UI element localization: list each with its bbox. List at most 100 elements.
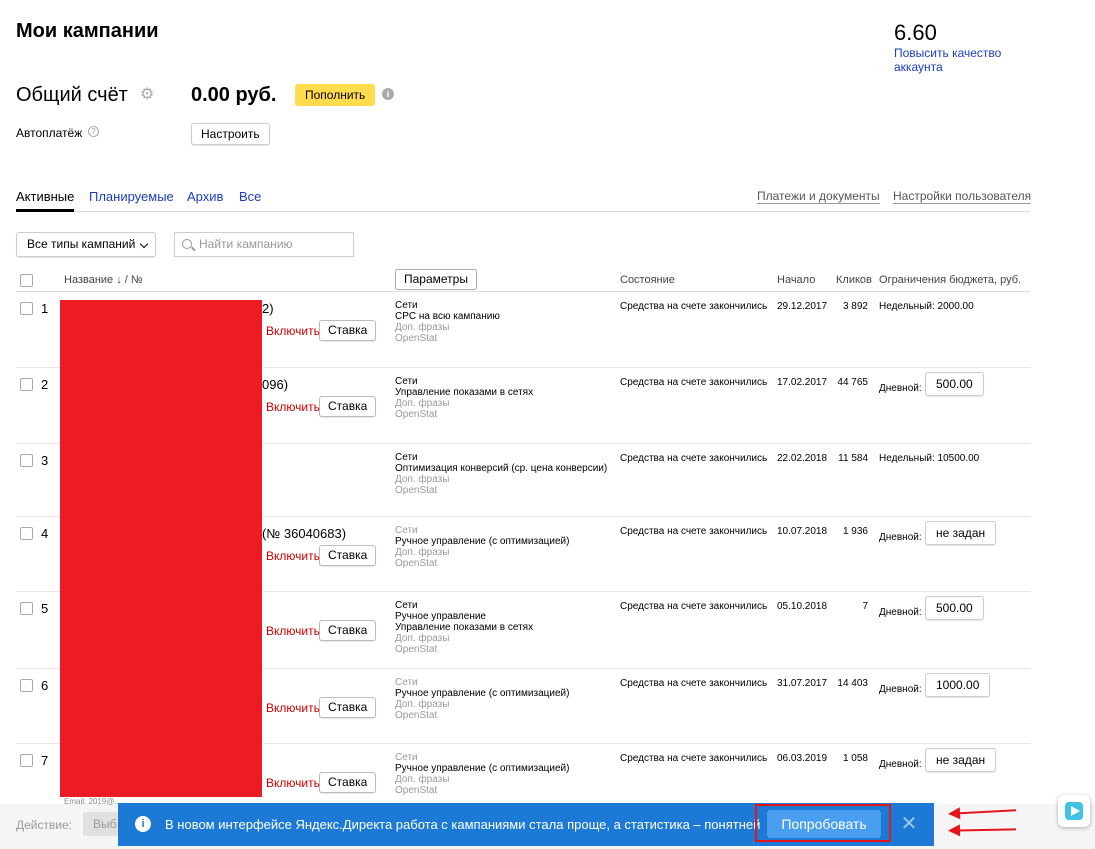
enable-link[interactable]: Включить [266,701,320,715]
column-name-header[interactable]: Название ↓ / № [64,274,143,286]
enable-link[interactable]: Включить [266,549,320,563]
limit-label: Дневной: [879,607,922,618]
param-line: Сети [395,376,418,387]
enable-link[interactable]: Включить [266,400,320,414]
row-checkbox[interactable] [20,378,33,391]
user-settings-link[interactable]: Настройки пользователя [893,189,1032,204]
daily-limit-input[interactable]: 500.00 [925,596,984,620]
payments-documents-link[interactable]: Платежи и документы [757,189,880,204]
campaign-state: Средства на счете закончились [620,301,768,312]
campaign-start-date: 29.12.2017 [777,301,828,312]
autopay-label: Автоплатёж [16,126,83,140]
daily-limit-input[interactable]: не задан [925,748,997,772]
param-line: Сети [395,300,418,311]
param-line: Доп. фразы [395,699,450,710]
redaction-box [60,300,262,797]
info-icon: i [135,816,151,832]
column-state-header: Состояние [620,274,675,286]
row-checkbox[interactable] [20,679,33,692]
gear-icon[interactable]: ⚙ [140,87,156,103]
param-line: Доп. фразы [395,398,450,409]
enable-link[interactable]: Включить [266,324,320,338]
campaign-clicks: 7 [862,601,868,612]
campaign-start-date: 22.02.2018 [777,453,828,464]
enable-link[interactable]: Включить [266,776,320,790]
param-line: Доп. фразы [395,474,450,485]
param-line: Доп. фразы [395,322,450,333]
tab-planned[interactable]: Планируемые [89,189,174,204]
campaign-type-select[interactable]: Все типы кампаний [16,232,156,257]
row-number: 4 [41,526,49,541]
daily-limit-input[interactable]: 500.00 [925,372,984,396]
help-icon[interactable]: ? [88,126,99,137]
assistant-icon[interactable] [1058,795,1090,827]
campaign-state: Средства на счете закончились [620,453,768,464]
bid-button[interactable]: Ставка [319,396,377,417]
row-checkbox[interactable] [20,527,33,540]
bid-button[interactable]: Ставка [319,697,377,718]
limit-label: Дневной: [879,532,922,543]
param-line: Ручное управление (с оптимизацией) [395,763,570,774]
bid-button[interactable]: Ставка [319,545,377,566]
select-all-checkbox[interactable] [20,274,33,287]
param-line: OpenStat [395,485,438,496]
daily-limit-input[interactable]: не задан [925,521,997,545]
campaign-clicks: 14 403 [837,678,868,689]
campaign-start-date: 17.02.2017 [777,377,828,388]
email-fragment: Email: 2019@... [64,797,122,806]
row-number: 2 [41,377,49,392]
param-line: Сети [395,677,418,688]
search-placeholder: Найти кампанию [199,237,293,251]
campaign-clicks: 3 892 [842,301,868,312]
campaign-name[interactable]: 2) [262,301,274,316]
improve-quality-link[interactable]: Повысить качество аккаунта [894,46,1024,74]
search-input[interactable]: Найти кампанию [174,232,354,257]
tab-all[interactable]: Все [239,189,261,204]
param-line: OpenStat [395,644,438,655]
campaign-clicks: 1 058 [842,753,868,764]
account-label: Общий счёт [16,84,128,106]
campaign-state: Средства на счете закончились [620,526,768,537]
column-limits-header: Ограничения бюджета, руб. [879,274,1022,286]
param-line: OpenStat [395,785,438,796]
page-title: Мои кампании [16,20,159,42]
param-line: OpenStat [395,710,438,721]
tab-active[interactable]: Активные [16,189,74,204]
row-checkbox[interactable] [20,602,33,615]
limit-label: Дневной: [879,684,922,695]
param-line: OpenStat [395,333,438,344]
campaign-clicks: 44 765 [837,377,868,388]
param-line: Ручное управление (с оптимизацией) [395,536,570,547]
param-line: Сети [395,452,418,463]
limit-label: Недельный: 10500.00 [879,453,980,464]
campaign-state: Средства на счете закончились [620,601,768,612]
param-line: Доп. фразы [395,547,450,558]
campaign-start-date: 06.03.2019 [777,753,828,764]
setup-autopay-button[interactable]: Настроить [191,123,270,145]
row-checkbox[interactable] [20,454,33,467]
tab-archive[interactable]: Архив [187,189,223,204]
row-number: 5 [41,601,49,616]
topup-button[interactable]: Пополнить [295,84,376,106]
param-line: Ручное управление (с оптимизацией) [395,688,570,699]
campaign-name[interactable]: 096) [262,377,288,392]
chevron-down-icon [139,239,149,249]
param-line: Ручное управление [395,611,486,622]
bid-button[interactable]: Ставка [319,620,377,641]
enable-link[interactable]: Включить [266,624,320,638]
row-number: 3 [41,453,49,468]
param-line: Сети [395,600,418,611]
param-line: OpenStat [395,409,438,420]
close-icon[interactable]: ✕ [900,814,918,834]
param-line: Доп. фразы [395,774,450,785]
daily-limit-input[interactable]: 1000.00 [925,673,991,697]
bid-button[interactable]: Ставка [319,772,377,793]
info-icon[interactable]: i [382,88,394,100]
row-checkbox[interactable] [20,754,33,767]
column-clicks-header: Кликов [836,274,872,286]
params-button[interactable]: Параметры [395,269,477,290]
row-checkbox[interactable] [20,302,33,315]
campaign-state: Средства на счете закончились [620,377,768,388]
bid-button[interactable]: Ставка [319,320,377,341]
campaign-name[interactable]: (№ 36040683) [262,526,346,541]
